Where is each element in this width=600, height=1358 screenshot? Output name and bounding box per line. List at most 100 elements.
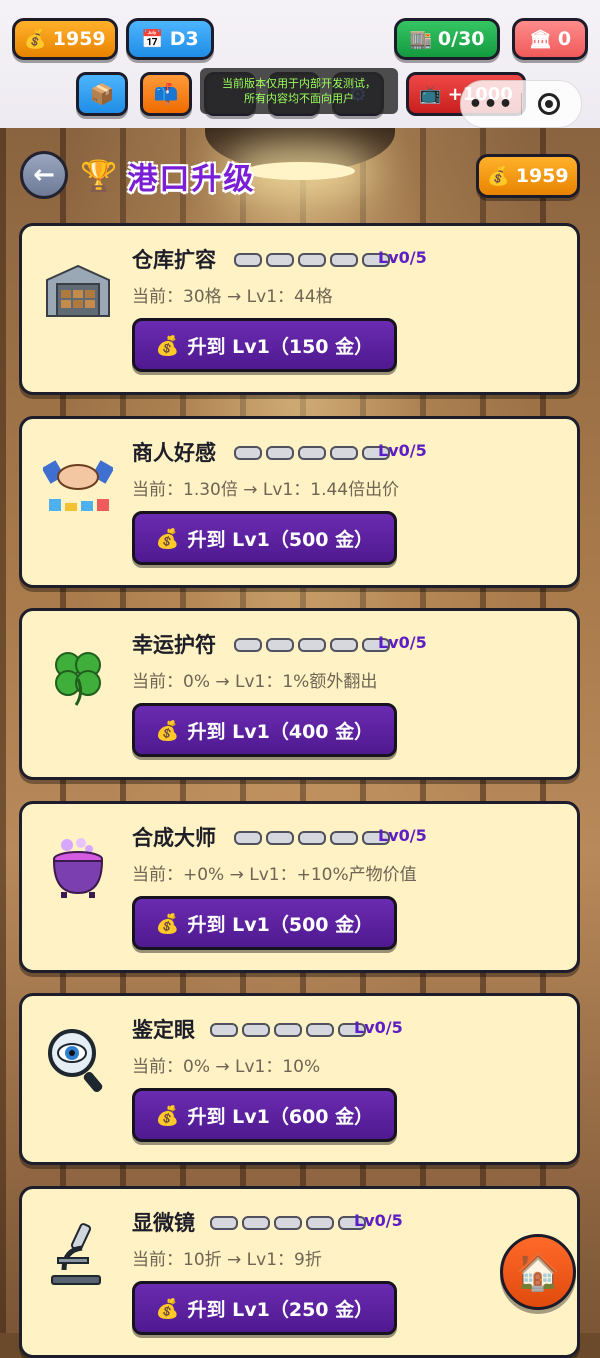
level-label: Lv0/5 <box>378 826 427 845</box>
upgrade-button[interactable]: 💰 升到 Lv1（500 金） <box>132 511 397 565</box>
clover-icon <box>42 639 114 711</box>
warehouse-small-icon: 🏬 <box>409 28 432 50</box>
upgrade-card-microscope: 显微镜 Lv0/5 当前：10折 → Lv1：9折 💰 升到 Lv1（250 金… <box>19 1186 580 1358</box>
upgrade-name: 商人好感 <box>132 441 216 465</box>
package-button[interactable]: 📦 <box>76 72 128 116</box>
close-miniprogram-icon[interactable] <box>538 93 560 115</box>
header-coin-counter: 💰 1959 <box>476 154 580 198</box>
upgrade-button[interactable]: 💰 升到 Lv1（150 金） <box>132 318 397 372</box>
upgrade-card-merchant: 商人好感 Lv0/5 当前：1.30倍 → Lv1：1.44倍出价 💰 升到 L… <box>19 416 580 588</box>
upgrade-button-label: 升到 Lv1（250 金） <box>187 1298 374 1321</box>
warehouse-icon <box>42 254 114 326</box>
lamp-glow <box>245 162 355 180</box>
level-pip <box>210 1023 238 1037</box>
level-pip <box>274 1023 302 1037</box>
level-pip <box>210 1216 238 1230</box>
level-pip <box>330 253 358 267</box>
level-pip <box>234 831 262 845</box>
upgrade-card-crafting: 合成大师 Lv0/5 当前：+0% → Lv1：+10%产物价值 💰 升到 Lv… <box>19 801 580 973</box>
header-coin-value: 1959 <box>515 165 569 187</box>
upgrade-name: 鉴定眼 <box>132 1018 195 1042</box>
coin-value: 1959 <box>52 28 106 50</box>
level-progress <box>210 1216 366 1230</box>
upgrade-current: 当前：0% → Lv1：10% <box>132 1057 321 1077</box>
notice-line-2: 所有内容均不面向用户 <box>244 92 354 105</box>
capsule-divider <box>521 93 522 115</box>
level-pip <box>266 446 294 460</box>
inventory-counter[interactable]: 🏬 0/30 <box>394 18 500 60</box>
level-label: Lv0/5 <box>378 633 427 652</box>
upgrade-button[interactable]: 💰 升到 Lv1（500 金） <box>132 896 397 950</box>
upgrade-name: 仓库扩容 <box>132 248 216 272</box>
microscope-icon <box>42 1217 114 1289</box>
magnifier-eye-icon <box>42 1024 114 1096</box>
money-bag-icon: 💰 <box>155 527 180 550</box>
handshake-icon <box>42 447 114 519</box>
level-pip <box>234 446 262 460</box>
money-bag-icon: 💰 <box>155 1297 180 1320</box>
money-bag-icon: 💰 <box>487 165 510 187</box>
upgrade-button[interactable]: 💰 升到 Lv1（600 金） <box>132 1088 397 1142</box>
package-icon: 📦 <box>89 82 115 106</box>
upgrade-name: 显微镜 <box>132 1211 195 1235</box>
level-label: Lv0/5 <box>378 248 427 267</box>
upgrade-button[interactable]: 💰 升到 Lv1（400 金） <box>132 703 397 757</box>
day-counter[interactable]: 📅 D3 <box>126 18 214 60</box>
level-progress <box>210 1023 366 1037</box>
page-header: 🏆 港口升级 <box>80 152 255 200</box>
level-pip <box>330 831 358 845</box>
level-pip <box>306 1023 334 1037</box>
level-progress <box>234 831 390 845</box>
more-menu-icon[interactable]: ••• <box>461 92 521 117</box>
upgrade-button-label: 升到 Lv1（600 金） <box>187 1105 374 1128</box>
bank-value: 0 <box>557 28 572 50</box>
money-bag-icon: 💰 <box>155 912 180 935</box>
page-title: 港口升级 <box>127 162 256 197</box>
miniprogram-capsule: ••• <box>460 80 582 128</box>
money-bag-icon: 💰 <box>155 719 180 742</box>
money-bag-icon: 💰 <box>155 1104 180 1127</box>
level-pip <box>298 253 326 267</box>
dev-notice: 当前版本仅用于内部开发测试， 所有内容均不面向用户 <box>200 68 398 114</box>
mailbox-button[interactable]: 📫 <box>140 72 192 116</box>
home-button[interactable]: 🏠 <box>500 1234 576 1310</box>
level-pip <box>242 1216 270 1230</box>
level-label: Lv0/5 <box>378 441 427 460</box>
level-pip <box>266 253 294 267</box>
level-label: Lv0/5 <box>354 1211 403 1230</box>
cauldron-icon <box>42 832 114 904</box>
arrow-left-icon: ← <box>33 160 55 190</box>
level-label: Lv0/5 <box>354 1018 403 1037</box>
upgrade-button-label: 升到 Lv1（400 金） <box>187 720 374 743</box>
calendar-icon: 📅 <box>141 28 164 50</box>
upgrade-current: 当前：0% → Lv1：1%额外翻出 <box>132 672 378 692</box>
upgrade-card-appraisal: 鉴定眼 Lv0/5 当前：0% → Lv1：10% 💰 升到 Lv1（600 金… <box>19 993 580 1165</box>
level-pip <box>298 446 326 460</box>
upgrade-button[interactable]: 💰 升到 Lv1（250 金） <box>132 1281 397 1335</box>
upgrade-current: 当前：+0% → Lv1：+10%产物价值 <box>132 865 417 885</box>
bank-counter[interactable]: 🏛 0 <box>512 18 588 60</box>
top-status-area: 💰 1959 📅 D3 🏬 0/30 🏛 0 📦 📫 ⚙ 📺 +1000 当前版… <box>0 0 600 128</box>
level-pip <box>234 638 262 652</box>
bank-icon: 🏛 <box>528 28 552 50</box>
level-progress <box>234 253 390 267</box>
trophy-icon: 🏆 <box>80 158 118 194</box>
day-value: D3 <box>169 28 199 50</box>
money-bag-icon: 💰 <box>24 28 47 50</box>
house-icon: 🏠 <box>515 1252 561 1293</box>
level-pip <box>242 1023 270 1037</box>
level-pip <box>330 446 358 460</box>
upgrade-current: 当前：10折 → Lv1：9折 <box>132 1250 322 1270</box>
notice-line-1: 当前版本仅用于内部开发测试， <box>222 77 376 90</box>
coin-counter[interactable]: 💰 1959 <box>12 18 118 60</box>
level-progress <box>234 638 390 652</box>
level-pip <box>330 638 358 652</box>
upgrade-button-label: 升到 Lv1（500 金） <box>187 528 374 551</box>
upgrade-name: 幸运护符 <box>132 633 216 657</box>
upgrade-current: 当前：1.30倍 → Lv1：1.44倍出价 <box>132 480 400 500</box>
upgrade-button-label: 升到 Lv1（150 金） <box>187 335 374 358</box>
upgrade-name: 合成大师 <box>132 826 216 850</box>
back-button[interactable]: ← <box>20 151 68 199</box>
level-pip <box>298 638 326 652</box>
level-pip <box>266 638 294 652</box>
